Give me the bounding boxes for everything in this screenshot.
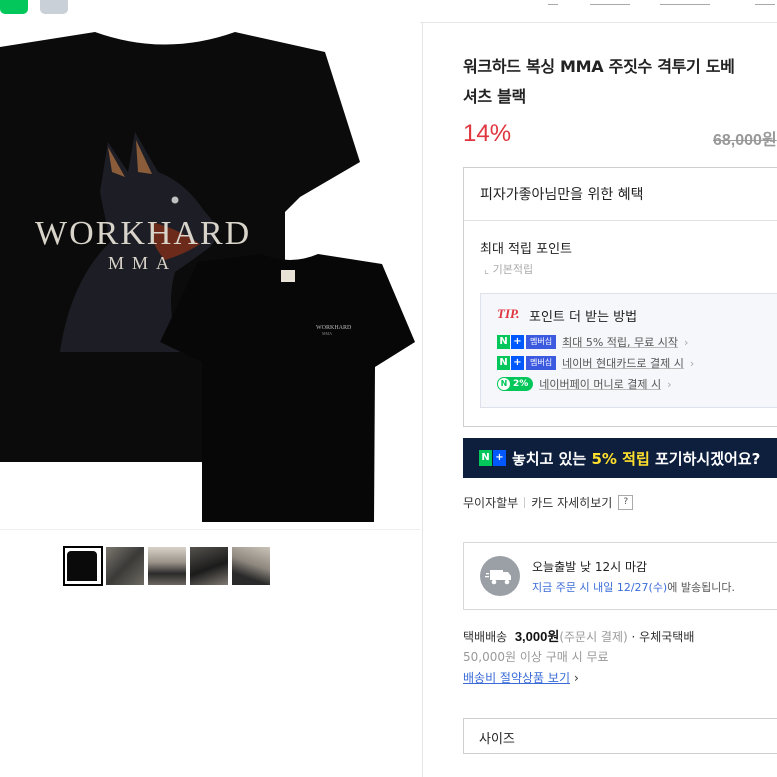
- delivery-carrier: · 우체국택배: [631, 630, 695, 644]
- delivery-fee: 3,000원: [514, 629, 560, 644]
- tip-box: TIP. 포인트 더 받는 방법 + N+멤버십 최대 5% 적립, 무료 시작…: [480, 293, 777, 408]
- ship-date-suffix: 에 발송됩니다.: [667, 581, 735, 594]
- tip-row-npay-money[interactable]: N 2% 네이버페이 머니로 결제 시 ›: [497, 376, 672, 392]
- free-shipping-condition: 50,000원 이상 구매 시 무료: [463, 650, 609, 664]
- npay-badge-text: 2%: [513, 379, 529, 389]
- chevron-right-icon: ›: [574, 671, 579, 685]
- truck-icon: [480, 556, 520, 596]
- naver-pay-icon: N 2%: [497, 377, 534, 391]
- product-title-line2: 셔츠 블랙: [463, 87, 526, 106]
- max-point-label: 최대 적립 포인트: [480, 242, 572, 257]
- top-menu-fragment[interactable]: [755, 0, 775, 5]
- naver-plus-membership-icon: N + 멤버십: [497, 356, 557, 370]
- ship-date-info: 지금 주문 시 내일 12/27(수)에 발송됩니다.: [532, 579, 735, 595]
- tip-row-text: 최대 5% 적립, 무료 시작: [562, 336, 678, 349]
- top-menu-fragment[interactable]: [660, 0, 710, 5]
- membership-badge-text: 멤버십: [526, 356, 557, 370]
- chevron-right-icon: ›: [689, 356, 695, 370]
- top-menu-fragment[interactable]: [590, 0, 630, 5]
- tip-label: TIP.: [497, 306, 520, 321]
- product-gallery: WORKHARD MMA WORKHARD MMA: [0, 22, 423, 777]
- thumbnail-5[interactable]: [232, 547, 270, 585]
- divider: [524, 497, 526, 508]
- product-title: 워크하드 복싱 MMA 주짓수 격투기 도베 셔츠 블랙: [463, 52, 777, 112]
- tip-row-text: 네이버 현대카드로 결제 시: [562, 357, 684, 370]
- product-title-line1: 워크하드 복싱 MMA 주짓수 격투기 도베: [463, 57, 735, 76]
- banner-text: 놓치고 있는: [512, 449, 587, 468]
- card-details-link[interactable]: 카드 자세히보기: [531, 494, 612, 511]
- top-bar: [0, 0, 777, 23]
- discount-rate: 14%: [463, 120, 512, 147]
- tip-row-text: 네이버페이 머니로 결제 시: [539, 378, 662, 391]
- installment-row: 무이자할부 카드 자세히보기 ?: [463, 494, 634, 511]
- thumbnail-3[interactable]: [148, 547, 186, 585]
- banner-highlight: 5% 적립: [591, 449, 650, 468]
- app-icon-secondary[interactable]: [40, 0, 68, 14]
- top-menu-fragment[interactable]: [548, 0, 558, 5]
- thumbnail-1[interactable]: [63, 546, 103, 586]
- tip-title: 포인트 더 받는 방법: [529, 310, 638, 325]
- help-icon[interactable]: ?: [618, 495, 634, 510]
- print-brand-text: WORKHARD: [35, 215, 251, 252]
- banner-text-end: 포기하시겠어요?: [655, 449, 761, 468]
- membership-banner[interactable]: N + 놓치고 있는 5% 적립 포기하시겠어요?: [463, 438, 777, 478]
- benefit-title: 피자가좋아님만을 위한 혜택: [480, 187, 644, 203]
- tshirt-illustration: WORKHARD MMA WORKHARD MMA: [0, 32, 415, 522]
- app-icon[interactable]: [0, 0, 28, 14]
- size-select[interactable]: 사이즈: [463, 718, 777, 754]
- benefit-box: 피자가좋아님만을 위한 혜택 최대 적립 포인트 ⌞ 기본적립 TIP. 포인트…: [463, 167, 777, 427]
- thumbnail-strip: [63, 546, 270, 586]
- membership-badge-text: 멤버십: [526, 335, 557, 349]
- thumbnail-2[interactable]: [106, 547, 144, 585]
- delivery-note: (주문시 결제): [559, 630, 628, 644]
- naver-plus-membership-icon: N + 멤버십: [497, 335, 557, 349]
- delivery-type: 택배배송: [463, 630, 508, 644]
- chevron-right-icon: ›: [684, 335, 689, 349]
- ship-deadline: 오늘출발 낮 12시 마감: [532, 560, 648, 574]
- chevron-right-icon: ›: [667, 377, 672, 391]
- basic-point-label: ⌞ 기본적립: [484, 261, 533, 277]
- thumbnail-4[interactable]: [190, 547, 228, 585]
- shipping-save-link[interactable]: 배송비 절약상품 보기 ›: [463, 669, 579, 686]
- delivery-info: 택배배송 3,000원(주문시 결제) · 우체국택배: [463, 626, 694, 645]
- print-sub-text: MMA: [108, 253, 177, 273]
- product-info-pane: 워크하드 복싱 MMA 주짓수 격투기 도베 셔츠 블랙 14% 68,000원…: [423, 22, 777, 777]
- ship-date: 지금 주문 시 내일 12/27(수): [532, 581, 668, 594]
- benefit-header: 피자가좋아님만을 위한 혜택: [464, 168, 777, 221]
- tip-row-hyundai-card[interactable]: N + 멤버십 네이버 현대카드로 결제 시 ›: [497, 355, 694, 371]
- svg-text:MMA: MMA: [322, 331, 332, 336]
- basic-point-text: 기본적립: [492, 263, 534, 276]
- shipping-save-text: 배송비 절약상품 보기: [463, 671, 570, 685]
- installment-label[interactable]: 무이자할부: [463, 494, 518, 511]
- corner-arrow-icon: ⌞: [484, 263, 493, 276]
- shipping-box: 오늘출발 낮 12시 마감 지금 주문 시 내일 12/27(수)에 발송됩니다…: [463, 542, 777, 610]
- naver-plus-icon: N +: [479, 450, 506, 466]
- original-price: 68,000원: [713, 132, 777, 149]
- tip-row-membership[interactable]: N + 멤버십 최대 5% 적립, 무료 시작 ›: [497, 334, 688, 350]
- product-main-image[interactable]: WORKHARD MMA WORKHARD MMA: [0, 22, 420, 530]
- size-select-label: 사이즈: [479, 732, 515, 747]
